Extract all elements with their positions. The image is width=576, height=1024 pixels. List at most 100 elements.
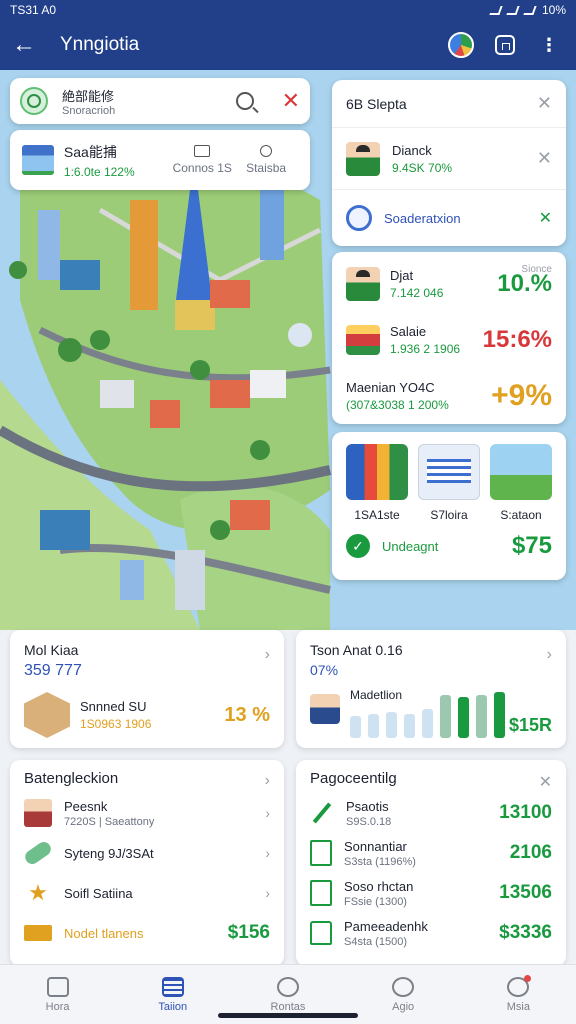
chevron-right-icon[interactable]: › [265, 646, 270, 664]
chart-label: Madetlion [350, 688, 403, 702]
list-item[interactable]: Sonnantiar S3sta (1196%) 2106 [310, 833, 552, 873]
more-menu-icon[interactable]: ⋮ [534, 30, 564, 60]
stat-name: Maenian YO4C [346, 380, 435, 395]
chevron-right-icon[interactable]: › [265, 805, 270, 821]
list-item-amount: $3336 [499, 922, 552, 943]
tile-item[interactable]: S7loira [418, 444, 480, 522]
list-item[interactable]: Pameeadenhk S4sta (1500) $3336 [310, 913, 552, 953]
person-row[interactable]: Dianck 9.4SK 70% ✕ [332, 128, 566, 190]
globe-button[interactable] [446, 30, 476, 60]
stat-avatar [346, 267, 380, 301]
scan-row[interactable]: Soaderatxion ✕ [332, 190, 566, 246]
stat-tag: Sionce [521, 264, 552, 275]
stat-row[interactable]: Djat 7.142 046 Sionce 10.% [332, 252, 566, 308]
stat-row[interactable]: Salaie 1.936 2 1906 15:6% [332, 308, 566, 364]
close-green-icon[interactable]: ✕ [539, 208, 552, 228]
list-item-text: Sonnantiar S3sta (1196%) [344, 839, 510, 868]
location-col-2[interactable]: Staisba [234, 145, 298, 175]
summary-row: Snnned SU 1S0963 1906 13 % [24, 692, 270, 738]
nav-agio[interactable]: Agio [363, 976, 443, 1013]
info-icon [392, 976, 415, 997]
nav-msia[interactable]: Msia [478, 974, 558, 1013]
bus-thumbnail [346, 325, 380, 355]
nav-taiion[interactable]: Taiion [133, 976, 213, 1013]
back-arrow-icon[interactable]: ← [12, 31, 42, 59]
stat-row[interactable]: Maenian YO4C (307&3038 1 200% +9% [332, 364, 566, 420]
mini-bar [458, 697, 469, 738]
summary-item-detail: 1S0963 1906 [80, 717, 152, 731]
tile-item[interactable]: S:ataon [490, 444, 552, 522]
home-icon [495, 35, 515, 55]
person-detail: 9.4SK 70% [392, 160, 453, 175]
search-card[interactable]: 絶部能修 Snoracrioh ✕ [10, 78, 310, 124]
stat-pct: +9% [491, 379, 552, 412]
tile-footer[interactable]: ✓ Undeagnt $75 [332, 522, 566, 570]
summary-title: Mol Kiaa [24, 642, 79, 658]
list-footer-amount: $156 [227, 922, 270, 943]
list-item-detail: S4sta (1500) [344, 935, 407, 948]
right-panel-contacts: 6B Slepta ✕ Dianck 9.4SK 70% ✕ Soaderatx… [332, 80, 566, 246]
home-button[interactable] [490, 30, 520, 60]
stat-info: Maenian YO4C (307&3038 1 200% [346, 380, 491, 412]
nav-label: Msia [506, 1000, 530, 1013]
list-footer[interactable]: Nodel tlanens $156 [24, 913, 270, 953]
stat-info: Salaie 1.936 2 1906 [390, 324, 483, 356]
list-item-text: Syteng 9J/3SAt [64, 846, 265, 861]
person-avatar [346, 141, 380, 176]
mini-bar [422, 709, 433, 738]
magnifier-icon[interactable] [235, 92, 254, 110]
list-item-text: Soso rhctan FSsie (1300) [344, 879, 499, 908]
chart-avatar [310, 694, 340, 724]
frame-icon [310, 840, 332, 866]
list-item[interactable]: Psaotis S9S.0.18 13100 [310, 793, 552, 833]
chevron-right-icon[interactable]: › [265, 845, 270, 861]
scan-label: Soaderatxion [384, 210, 461, 226]
list-item-detail: 7220S | Saeattony [64, 815, 155, 828]
tile-item[interactable]: 1SA1ste [346, 444, 408, 522]
search-subtitle: Snoracrioh [62, 104, 116, 117]
location-card[interactable]: Saa能捕 1:6.0te 122% Connos 1S Staisba [10, 130, 310, 190]
chart-card[interactable]: › Tson Anat 0.16 07% Madetlion $15R [296, 630, 566, 748]
stat-name: Djat [390, 268, 414, 283]
building-hex-icon [24, 692, 70, 738]
nav-label: Rontas [270, 1000, 306, 1013]
list-title: Pagoceentilg [310, 770, 397, 787]
pen-icon [312, 802, 332, 824]
star-icon: ★ [28, 880, 48, 905]
footer-amount: $75 [511, 532, 552, 559]
list-footer-label: Nodel tlanens [64, 925, 144, 941]
right-panel-tiles: 1SA1ste S7loira S:ataon ✓ Undeagnt $75 [332, 432, 566, 580]
mini-bar [350, 716, 361, 738]
status-time: TS31 A0 [10, 3, 57, 17]
list-item[interactable]: Soso rhctan FSsie (1300) 13506 [310, 873, 552, 913]
right-panel-stats: Djat 7.142 046 Sionce 10.% Salaie 1.936 … [332, 252, 566, 424]
location-col-1[interactable]: Connos 1S [170, 145, 234, 175]
location-col-2-label: Staisba [246, 161, 287, 175]
nav-label: Hora [45, 1000, 70, 1013]
lock-icon [310, 921, 332, 945]
document-icon [418, 444, 480, 500]
list-item-detail: FSsie (1300) [344, 895, 407, 908]
clear-icon[interactable]: ✕ [282, 88, 300, 114]
battery-text: 10% [541, 3, 566, 17]
dismiss-icon[interactable]: ✕ [537, 148, 552, 169]
panel-title: 6B Slepta [346, 95, 407, 112]
close-icon[interactable]: ✕ [539, 772, 552, 792]
nav-home[interactable]: Hora [18, 976, 98, 1013]
close-icon[interactable]: ✕ [537, 93, 552, 114]
chevron-right-icon[interactable]: › [265, 772, 270, 790]
chart-amount: $15R [508, 715, 552, 735]
list-item[interactable]: Peesnk 7220S | Saeattony › [24, 793, 270, 833]
home-indicator[interactable] [218, 1013, 358, 1018]
chevron-right-icon[interactable]: › [265, 885, 270, 901]
summary-value: 359 777 [24, 662, 82, 679]
chevron-right-icon[interactable]: › [547, 646, 552, 664]
nav-label: Taiion [158, 1000, 188, 1013]
nav-rontas[interactable]: Rontas [248, 976, 328, 1013]
list-item[interactable]: Syteng 9J/3SAt › [22, 833, 270, 873]
pill-icon [22, 839, 54, 867]
tag-icon [194, 145, 211, 157]
list-item-name: Syteng 9J/3SAt [64, 845, 154, 861]
summary-card[interactable]: › Mol Kiaa 359 777 Snnned SU 1S0963 1906… [10, 630, 284, 748]
list-item[interactable]: ★ Soifl Satiina › [24, 873, 270, 913]
